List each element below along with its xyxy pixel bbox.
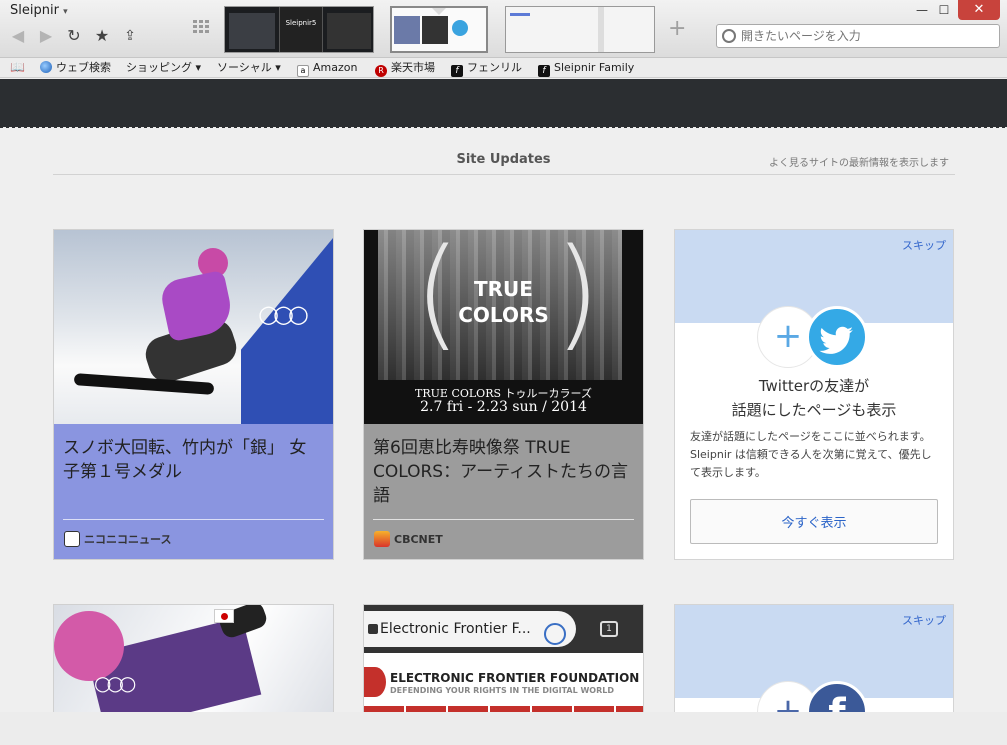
maximize-button[interactable]: ☐ — [930, 0, 958, 20]
address-input[interactable] — [716, 24, 1000, 48]
poster-word: TRUE — [474, 277, 533, 301]
card-image: ○○○ — [54, 230, 333, 424]
bookmark-label: Amazon — [313, 61, 358, 74]
tab-grid-icon[interactable] — [193, 20, 211, 38]
source-label: CBCNET — [394, 533, 443, 546]
chevron-down-icon: ▾ — [63, 7, 68, 17]
browser-titlebar: Sleipnir ▾ ◀ ▶ ↻ ★ ⇪ Sleipnir5 + — ☐ ✕ — [0, 0, 1007, 58]
promo-title-line: Twitterの友達が — [758, 377, 870, 395]
new-tab-button[interactable]: + — [668, 16, 686, 41]
fenrir-icon: f — [451, 65, 463, 77]
japan-flag-icon — [214, 609, 234, 623]
tab-count-icon: 1 — [600, 621, 618, 637]
page-subtitle: よく見るサイトの最新情報を表示します — [769, 158, 949, 169]
facebook-promo-card: スキップ + f — [674, 604, 954, 714]
news-card-true-colors[interactable]: ( ) TRUE COLORS TRUE COLORS トゥルーカラーズ 2.7… — [363, 229, 644, 560]
source-label: ニコニコニュース — [84, 533, 172, 546]
bookmark-web-search[interactable]: ウェブ検索 — [40, 60, 111, 76]
tab-thumbnail-3[interactable] — [505, 6, 655, 53]
share-button[interactable]: ⇪ — [120, 26, 140, 46]
news-card-eff[interactable]: Electronic Frontier F... 1 ELECTRONIC FR… — [363, 604, 644, 714]
globe-icon — [40, 61, 52, 73]
eff-heading: ELECTRONIC FRONTIER FOUNDATION — [390, 671, 640, 685]
show-now-button[interactable]: 今すぐ表示 — [690, 499, 938, 544]
bookmark-shopping-folder[interactable]: ショッピング ▾ — [126, 60, 201, 76]
tab-title: Electronic Frontier F... — [380, 621, 531, 637]
header-band — [0, 79, 1007, 131]
poster-headline: TRUE COLORS — [364, 276, 643, 328]
bookmark-label: 楽天市場 — [391, 61, 435, 74]
poster-dates: 2.7 fri - 2.23 sun / 2014 — [420, 399, 587, 415]
bookmark-label: ソーシャル ▾ — [217, 61, 281, 74]
card-title: スノボ大回転、竹内が「銀」 女子第１号メダル — [63, 438, 307, 482]
eff-mark-icon — [364, 667, 386, 697]
bookmark-label: ショッピング ▾ — [126, 61, 202, 74]
olympic-rings-icon: ○○○ — [94, 671, 136, 695]
thumbnail-image — [229, 13, 275, 49]
bookmark-label: ウェブ検索 — [56, 61, 111, 74]
eff-logo-icon — [544, 623, 566, 645]
bookmark-label: Sleipnir Family — [554, 61, 635, 74]
tab-thumbnail-1[interactable]: Sleipnir5 — [224, 6, 374, 53]
app-menu-button[interactable]: Sleipnir ▾ — [10, 3, 68, 18]
bookmark-sleipnir-family[interactable]: f Sleipnir Family — [538, 60, 635, 77]
cbcnet-icon — [374, 531, 390, 547]
book-icon[interactable]: 📖 — [10, 60, 25, 74]
olympic-banner — [241, 238, 333, 424]
thumbnail-image — [394, 16, 420, 44]
card-source: ニコニコニュース — [64, 531, 171, 547]
app-title: Sleipnir — [10, 3, 59, 18]
bookmark-rakuten[interactable]: R 楽天市場 — [375, 60, 435, 77]
browser-tab: Electronic Frontier F... — [364, 611, 576, 647]
bookmark-social-folder[interactable]: ソーシャル ▾ — [217, 60, 281, 76]
divider — [63, 519, 324, 520]
card-image: ( ) TRUE COLORS TRUE COLORS トゥルーカラーズ 2.7… — [364, 230, 643, 424]
close-button[interactable]: ✕ — [958, 0, 1000, 20]
page-bottom-margin — [0, 712, 1007, 745]
thumbnail-image — [327, 13, 371, 49]
skip-link[interactable]: スキップ — [902, 237, 946, 253]
thumbnail-image: Sleipnir5 — [279, 7, 323, 52]
eff-tagline: DEFENDING YOUR RIGHTS IN THE DIGITAL WOR… — [390, 686, 614, 695]
mobile-browser-bar: Electronic Frontier F... 1 — [364, 605, 643, 653]
divider — [373, 519, 634, 520]
forward-button[interactable]: ▶ — [36, 26, 56, 46]
poster-word: COLORS — [458, 303, 549, 327]
promo-description: 友達が話題にしたページをここに並べられます。Sleipnir は信頼できる人を次… — [690, 430, 932, 479]
amazon-icon: a — [297, 65, 309, 77]
thumbnail-image — [422, 16, 448, 44]
twitter-bird-icon — [806, 306, 868, 368]
bookmark-fenrir[interactable]: f フェンリル — [451, 60, 522, 77]
lock-icon — [368, 624, 378, 634]
tab-thumbnail-active[interactable] — [390, 6, 488, 53]
divider — [53, 174, 955, 175]
skip-link[interactable]: スキップ — [902, 612, 946, 628]
news-card-snowboard-2[interactable]: ○○○ — [53, 604, 334, 714]
thumbnail-caption: Sleipnir5 — [285, 19, 317, 27]
star-button[interactable]: ★ — [92, 26, 112, 46]
bookmark-label: フェンリル — [467, 61, 522, 74]
bubble-tail — [865, 324, 879, 336]
twitter-promo-card: スキップ + Twitterの友達が 話題にしたページも表示 友達が話題にしたペ… — [674, 229, 954, 560]
olympic-rings-icon: ○○○ — [258, 300, 309, 328]
site-updates-page: Site Updates よく見るサイトの最新情報を表示します ○○○ スノボ大… — [0, 128, 1007, 714]
niconico-icon — [64, 531, 80, 547]
thumbnail-image — [452, 20, 468, 36]
promo-title: Twitterの友達が 話題にしたページも表示 — [675, 374, 953, 422]
thumbnail-divider — [598, 7, 604, 52]
rakuten-icon: R — [375, 65, 387, 77]
reload-button[interactable]: ↻ — [64, 26, 84, 46]
thumbnail-image — [510, 13, 530, 16]
snowboarder-figure — [126, 248, 241, 398]
active-tab-pointer — [430, 8, 448, 15]
back-button[interactable]: ◀ — [8, 26, 28, 46]
fenrir-icon: f — [538, 65, 550, 77]
card-source: CBCNET — [374, 531, 443, 547]
bookmark-amazon[interactable]: a Amazon — [297, 60, 358, 77]
bookmarks-bar: 📖 ウェブ検索 ショッピング ▾ ソーシャル ▾ a Amazon R 楽天市場 f… — [0, 58, 1007, 78]
card-title: 第6回恵比寿映像祭 TRUE COLORS：アーティストたちの言語 — [373, 438, 629, 506]
news-card-snowboard[interactable]: ○○○ スノボ大回転、竹内が「銀」 女子第１号メダル ニコニコニュース — [53, 229, 334, 560]
promo-title-line: 話題にしたページも表示 — [731, 401, 897, 419]
